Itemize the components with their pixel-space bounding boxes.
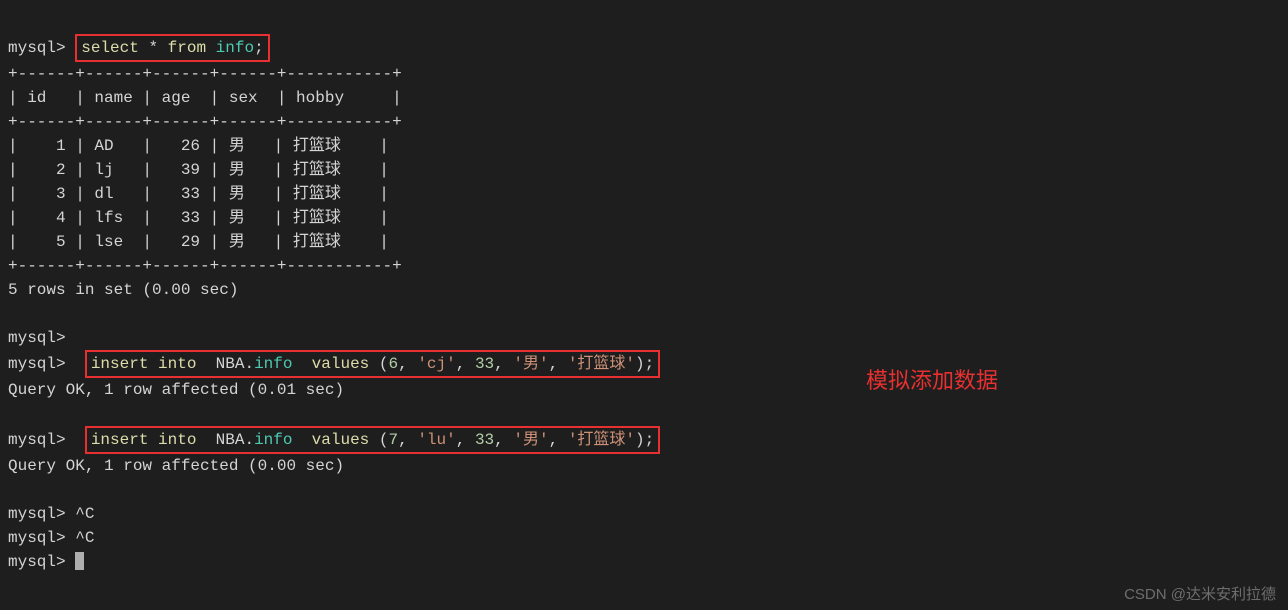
sql-string: '打篮球' bbox=[568, 355, 635, 373]
sql-values: values bbox=[312, 431, 370, 449]
prompt: mysql> bbox=[8, 553, 66, 571]
terminal-output[interactable]: mysql> select * from info; +------+-----… bbox=[0, 0, 1288, 584]
highlight-insert1: insert into NBA.info values (6, 'cj', 33… bbox=[85, 350, 660, 378]
sql-rparen: ) bbox=[635, 431, 645, 449]
sql-string: 'lu' bbox=[417, 431, 455, 449]
cursor-icon bbox=[75, 552, 84, 570]
sql-select: select bbox=[81, 39, 139, 57]
sql-num: 33 bbox=[475, 355, 494, 373]
sql-semi: ; bbox=[645, 431, 655, 449]
sql-table: info bbox=[216, 39, 254, 57]
sql-star: * bbox=[148, 39, 158, 57]
sql-string: '男' bbox=[513, 431, 548, 449]
highlight-insert2: insert into NBA.info values (7, 'lu', 33… bbox=[85, 426, 660, 454]
sql-insert: insert bbox=[91, 431, 149, 449]
sql-insert: insert bbox=[91, 355, 149, 373]
sql-num: 7 bbox=[389, 431, 399, 449]
sql-values: values bbox=[312, 355, 370, 373]
table-row: | 3 | dl | 33 | 男 | 打篮球 | bbox=[8, 185, 389, 203]
sql-from: from bbox=[168, 39, 206, 57]
sql-table: info bbox=[254, 431, 292, 449]
sql-dot: . bbox=[244, 355, 254, 373]
prompt: mysql> bbox=[8, 529, 66, 547]
sql-dot: . bbox=[244, 431, 254, 449]
sql-into: into bbox=[158, 355, 196, 373]
ctrl-c: ^C bbox=[75, 505, 94, 523]
sql-rparen: ) bbox=[635, 355, 645, 373]
highlight-select: select * from info; bbox=[75, 34, 269, 62]
prompt: mysql> bbox=[8, 505, 66, 523]
query-status: Query OK, 1 row affected (0.01 sec) bbox=[8, 381, 344, 399]
table-status: 5 rows in set (0.00 sec) bbox=[8, 281, 238, 299]
table-border: +------+------+------+------+-----------… bbox=[8, 65, 402, 83]
sql-table: info bbox=[254, 355, 292, 373]
table-border: +------+------+------+------+-----------… bbox=[8, 257, 402, 275]
sql-string: '打篮球' bbox=[568, 431, 635, 449]
sql-schema: NBA bbox=[216, 431, 245, 449]
sql-schema: NBA bbox=[216, 355, 245, 373]
ctrl-c: ^C bbox=[75, 529, 94, 547]
sql-lparen: ( bbox=[379, 355, 389, 373]
prompt: mysql> bbox=[8, 39, 66, 57]
sql-string: 'cj' bbox=[417, 355, 455, 373]
table-border: +------+------+------+------+-----------… bbox=[8, 113, 402, 131]
prompt: mysql> bbox=[8, 355, 66, 373]
annotation-label: 模拟添加数据 bbox=[866, 363, 998, 395]
sql-num: 6 bbox=[389, 355, 399, 373]
sql-semi: ; bbox=[254, 39, 264, 57]
table-row: | 2 | lj | 39 | 男 | 打篮球 | bbox=[8, 161, 389, 179]
prompt: mysql> bbox=[8, 431, 66, 449]
table-row: | 5 | lse | 29 | 男 | 打篮球 | bbox=[8, 233, 389, 251]
sql-num: 33 bbox=[475, 431, 494, 449]
sql-into: into bbox=[158, 431, 196, 449]
prompt: mysql> bbox=[8, 329, 66, 347]
sql-semi: ; bbox=[645, 355, 655, 373]
table-row: | 1 | AD | 26 | 男 | 打篮球 | bbox=[8, 137, 389, 155]
query-status: Query OK, 1 row affected (0.00 sec) bbox=[8, 457, 344, 475]
table-row: | 4 | lfs | 33 | 男 | 打篮球 | bbox=[8, 209, 389, 227]
sql-lparen: ( bbox=[379, 431, 389, 449]
watermark: CSDN @达米安利拉德 bbox=[1124, 583, 1276, 604]
sql-string: '男' bbox=[513, 355, 548, 373]
table-header: | id | name | age | sex | hobby | bbox=[8, 89, 402, 107]
